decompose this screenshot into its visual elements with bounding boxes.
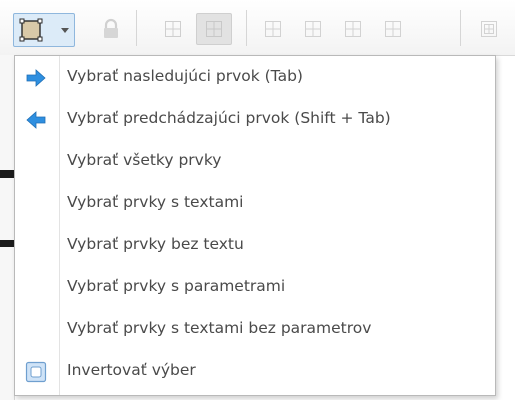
menu-item-select-without-text[interactable]: Vybrať prvky bez textu [15, 225, 495, 267]
grid-icon [481, 21, 497, 37]
lock-icon [104, 18, 118, 38]
menu-item-select-with-texts[interactable]: Vybrať prvky s textami [15, 183, 495, 225]
menu-item-select-texts-without-parameters[interactable]: Vybrať prvky s textami bez parametrov [15, 309, 495, 351]
underlying-mark [0, 170, 14, 178]
menu-item-label: Vybrať nasledujúci prvok (Tab) [67, 67, 303, 85]
underlying-window-edge [0, 55, 15, 400]
chevron-down-icon [61, 28, 69, 33]
selection-dropdown-button[interactable] [13, 13, 75, 47]
invert-selection-icon [25, 361, 47, 383]
grid-button-4[interactable] [298, 15, 328, 43]
menu-item-label: Vybrať prvky s textami bez parametrov [67, 319, 372, 337]
menu-item-label: Vybrať prvky s parametrami [67, 277, 286, 295]
lock-button[interactable] [96, 15, 126, 43]
menu-item-label: Vybrať prvky s textami [67, 193, 244, 211]
grid-button-5[interactable] [338, 15, 368, 43]
toolbar [0, 0, 515, 56]
menu-item-invert-selection[interactable]: Invertovať výber [15, 351, 495, 393]
menu-item-select-with-parameters[interactable]: Vybrať prvky s parametrami [15, 267, 495, 309]
grid-icon [345, 21, 361, 37]
grid-icon [385, 21, 401, 37]
menu-item-label: Vybrať predchádzajúci prvok (Shift + Tab… [67, 109, 391, 127]
selection-rectangle-icon [19, 18, 43, 42]
menu-item-select-next[interactable]: Vybrať nasledujúci prvok (Tab) [15, 57, 495, 99]
selection-dropdown-menu: Vybrať nasledujúci prvok (Tab) Vybrať pr… [14, 55, 496, 396]
menu-item-select-all[interactable]: Vybrať všetky prvky [15, 141, 495, 183]
underlying-mark [0, 240, 14, 247]
menu-item-select-previous[interactable]: Vybrať predchádzajúci prvok (Shift + Tab… [15, 99, 495, 141]
menu-item-label: Vybrať všetky prvky [67, 151, 222, 169]
arrow-left-icon [26, 111, 46, 129]
menu-item-label: Vybrať prvky bez textu [67, 235, 244, 253]
grid-button-1[interactable] [158, 15, 188, 43]
grid-button-6[interactable] [378, 15, 408, 43]
grid-button-7[interactable] [474, 15, 504, 43]
grid-button-3[interactable] [258, 15, 288, 43]
grid-icon [305, 21, 321, 37]
menu-item-label: Invertovať výber [67, 361, 196, 379]
grid-icon [265, 21, 281, 37]
grid-icon [165, 21, 181, 37]
grid-icon [206, 21, 222, 37]
grid-button-2[interactable] [196, 13, 232, 45]
arrow-right-icon [26, 69, 46, 87]
